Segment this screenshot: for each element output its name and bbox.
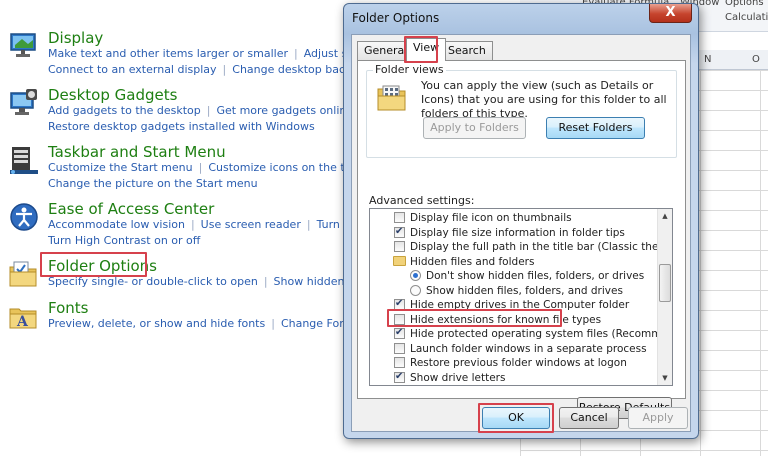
advanced-settings-list[interactable]: Display file icon on thumbnails Display … <box>369 208 673 386</box>
folder-views-description: You can apply the view (such as Details … <box>421 79 667 120</box>
column-header-o: O <box>752 54 760 65</box>
cp-item-display: Display Make text and other items larger… <box>0 28 393 84</box>
checkbox-hide-protected-files[interactable] <box>394 326 405 340</box>
checkbox-launch-separate-process[interactable] <box>394 342 405 354</box>
close-icon: X <box>665 5 676 20</box>
cp-links-fonts-1: Preview, delete, or show and hide fonts |… <box>48 317 387 330</box>
checkbox-restore-windows[interactable] <box>394 357 405 368</box>
advanced-settings-label: Advanced settings: <box>369 194 475 207</box>
dialog-body: General View Search Folder views You can… <box>351 34 691 433</box>
cp-links-taskbar-1: Customize the Start menu | Customize icons… <box>48 161 382 174</box>
folder-options-icon <box>9 261 37 287</box>
checkbox-file-icon-thumbnails[interactable] <box>394 212 405 223</box>
link-change-picture[interactable]: Change the picture on the Start menu <box>48 177 258 190</box>
cp-title-taskbar[interactable]: Taskbar and Start Menu <box>48 142 226 162</box>
cp-title-fonts[interactable]: Fonts <box>48 298 88 318</box>
cp-title-gadgets[interactable]: Desktop Gadgets <box>48 85 177 105</box>
folder-views-legend: Folder views <box>373 63 446 76</box>
cp-links-folder-1: Specify single- or double-click to open |… <box>48 275 381 288</box>
svg-text:A: A <box>16 314 29 330</box>
cp-links-gadgets-1: Add gadgets to the desktop | Get more gadg… <box>48 104 377 118</box>
adv-label-0: Display file icon on thumbnails <box>410 212 572 224</box>
link-more-gadgets[interactable]: Get more gadgets online <box>216 104 353 117</box>
cp-item-taskbar: Taskbar and Start Menu Customize the Sta… <box>0 142 382 198</box>
link-add-gadgets[interactable]: Add gadgets to the desktop <box>48 104 201 117</box>
adv-label-5: Show hidden files, folders, and drives <box>426 284 623 297</box>
column-header-n: N <box>704 54 712 65</box>
highlight-hide-extensions <box>387 309 562 327</box>
checkbox-full-path[interactable] <box>394 241 405 252</box>
cp-title-ease-of-access[interactable]: Ease of Access Center <box>48 199 214 219</box>
link-high-contrast[interactable]: Turn High Contrast on or off <box>48 234 200 247</box>
folder-options-dialog: Folder Options X General View Search Fol… <box>343 3 699 439</box>
highlight-ok-button <box>478 403 554 433</box>
cp-item-ease-of-access: Ease of Access Center Accommodate low vi… <box>0 199 374 255</box>
checkbox-show-drive-letters[interactable] <box>394 370 405 384</box>
folder-views-icon <box>377 85 406 111</box>
radio-show-hidden[interactable] <box>410 284 421 296</box>
adv-label-2: Display the full path in the title bar (… <box>410 241 672 253</box>
link-customize-start[interactable]: Customize the Start menu <box>48 161 193 174</box>
cp-links-taskbar-2: Change the picture on the Start menu <box>48 177 258 191</box>
ribbon-calculation[interactable]: Calculatio <box>725 12 768 23</box>
adv-label-9: Launch folder windows in a separate proc… <box>410 342 647 355</box>
gadgets-icon <box>10 89 37 115</box>
cp-links-display-1: Make text and other items larger or smal… <box>48 47 393 61</box>
display-icon <box>10 33 36 57</box>
link-screen-reader[interactable]: Use screen reader <box>201 218 301 231</box>
cancel-button[interactable]: Cancel <box>559 407 619 429</box>
view-tab-panel: Folder views You can apply the view (suc… <box>357 60 686 419</box>
adv-label-3: Hidden files and folders <box>410 255 535 268</box>
ease-of-access-icon <box>10 203 38 231</box>
cp-links-ease-2: Turn High Contrast on or off <box>48 234 200 248</box>
cp-links-gadgets-2: Restore desktop gadgets installed with W… <box>48 120 315 134</box>
checkbox-file-size-info[interactable] <box>394 225 405 239</box>
taskbar-icon <box>10 147 38 174</box>
link-low-vision[interactable]: Accommodate low vision <box>48 218 185 231</box>
folder-views-group: Folder views You can apply the view (suc… <box>366 63 677 158</box>
apply-button[interactable]: Apply <box>628 407 688 429</box>
highlight-view-tab <box>404 36 438 63</box>
adv-label-1: Display file size information in folder … <box>410 226 625 239</box>
scroll-down-icon[interactable]: ▼ <box>658 371 672 385</box>
cp-links-display-2: Connect to an external display | Change de… <box>48 63 377 76</box>
reset-folders-button[interactable]: Reset Folders <box>546 117 645 139</box>
adv-label-8: Hide protected operating system files (R… <box>410 328 673 340</box>
cp-links-ease-1: Accommodate low vision | Use screen reader… <box>48 218 374 232</box>
link-text-size[interactable]: Make text and other items larger or smal… <box>48 47 288 60</box>
adv-label-10: Restore previous folder windows at logon <box>410 357 627 369</box>
ribbon-options[interactable]: Options <box>725 0 764 8</box>
advanced-scrollbar[interactable]: ▲ ▼ <box>657 209 672 385</box>
link-external-display[interactable]: Connect to an external display <box>48 63 217 76</box>
fonts-icon: A <box>9 308 37 330</box>
tab-search[interactable]: Search <box>441 41 493 60</box>
cp-item-gadgets: Desktop Gadgets Add gadgets to the deskt… <box>0 85 377 141</box>
cp-item-fonts: A Fonts Preview, delete, or show and hid… <box>0 298 386 354</box>
radio-dont-show-hidden[interactable] <box>410 270 421 281</box>
dialog-title: Folder Options <box>352 11 440 25</box>
cp-title-display[interactable]: Display <box>48 28 103 48</box>
folder-icon <box>393 255 406 266</box>
link-restore-gadgets[interactable]: Restore desktop gadgets installed with W… <box>48 120 315 133</box>
link-preview-fonts[interactable]: Preview, delete, or show and hide fonts <box>48 317 265 330</box>
scroll-up-icon[interactable]: ▲ <box>658 209 672 223</box>
adv-label-4: Don't show hidden files, folders, or dri… <box>426 270 645 282</box>
scroll-thumb[interactable] <box>659 264 671 302</box>
highlight-folder-options <box>40 252 147 277</box>
apply-to-folders-button[interactable]: Apply to Folders <box>423 117 526 139</box>
adv-label-11: Show drive letters <box>410 371 506 384</box>
close-button[interactable]: X <box>649 4 692 23</box>
